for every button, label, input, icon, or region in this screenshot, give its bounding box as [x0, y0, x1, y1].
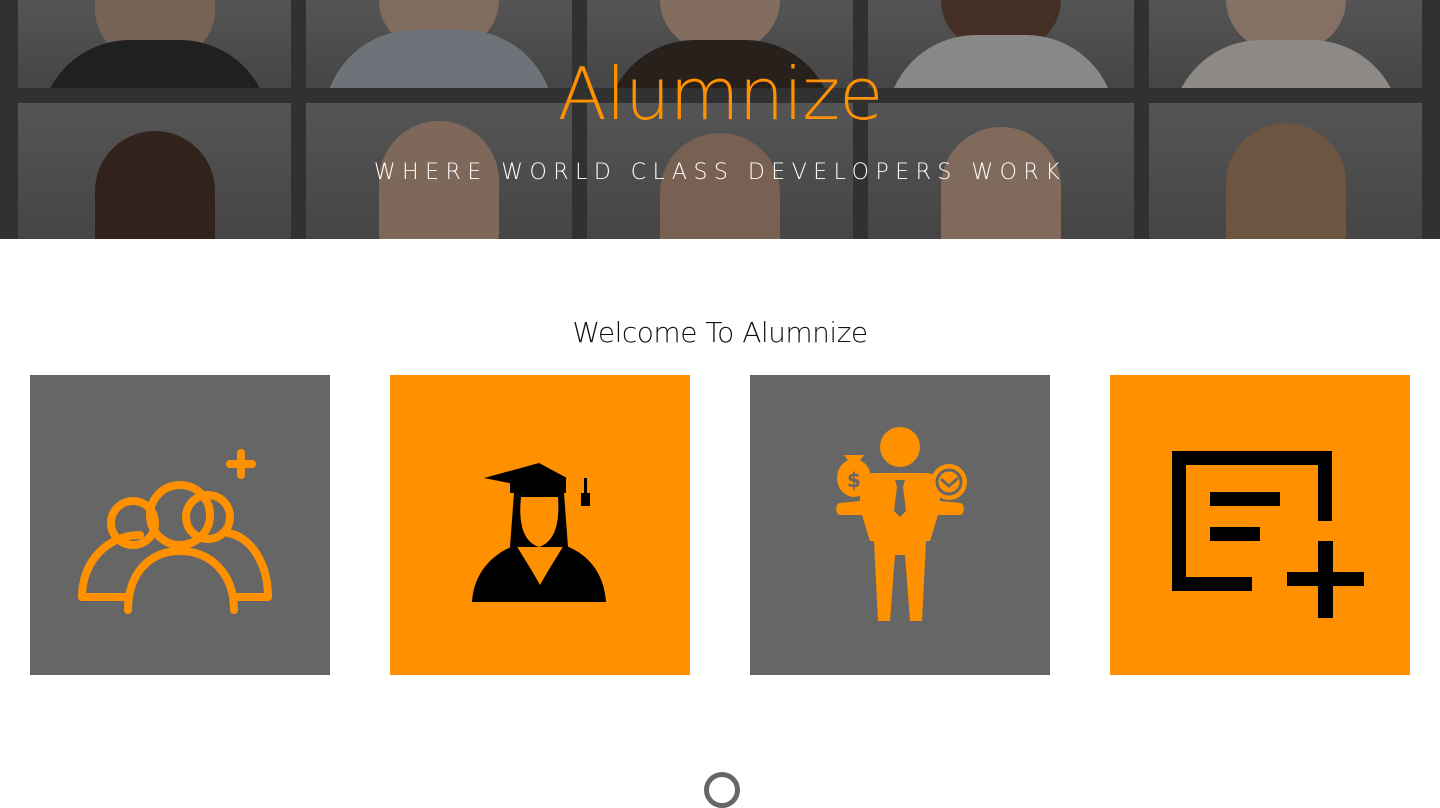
- hero-tagline: WHERE WORLD CLASS DEVELOPERS WORK: [373, 160, 1067, 185]
- add-group-icon: [78, 449, 272, 614]
- add-post-tile[interactable]: [1110, 375, 1410, 675]
- svg-text:$: $: [847, 468, 861, 492]
- graduate-icon: [472, 463, 606, 602]
- businessman-tile[interactable]: $: [750, 375, 1050, 675]
- graduate-tile[interactable]: [390, 375, 690, 675]
- welcome-heading: Welcome To Alumnize: [572, 316, 868, 349]
- brand-title: Alumnize: [557, 52, 884, 136]
- loading-spinner: [704, 772, 740, 808]
- add-group-tile[interactable]: [30, 375, 330, 675]
- add-post-icon: [1172, 451, 1364, 618]
- businessman-money-time-icon: $: [836, 427, 967, 621]
- hero-banner: Alumnize WHERE WORLD CLASS DEVELOPERS WO…: [0, 0, 1440, 239]
